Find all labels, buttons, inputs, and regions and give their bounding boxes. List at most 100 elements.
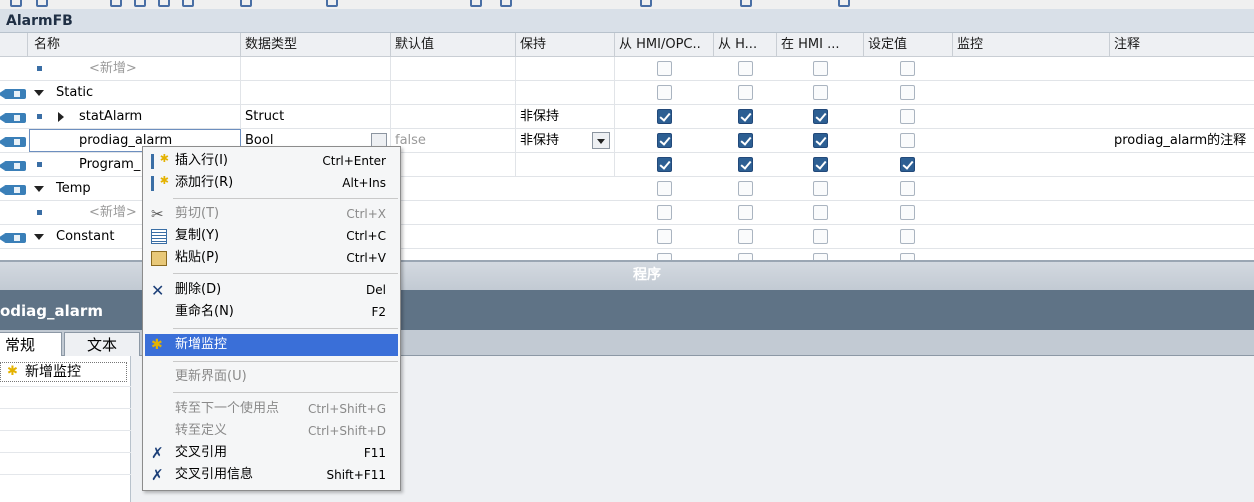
row-comment[interactable]: prodiag_alarm的注释: [1110, 129, 1254, 153]
row-default[interactable]: [391, 105, 516, 129]
menu-item-insert-row[interactable]: 插入行(I) Ctrl+Enter: [145, 148, 398, 172]
row-datatype[interactable]: [241, 57, 391, 81]
menu-item-cross-reference-info[interactable]: ✗ 交叉引用信息 Shift+F11: [145, 464, 398, 486]
table-row[interactable]: statAlarm Struct 非保持: [0, 105, 1254, 129]
setpoint-checkbox[interactable]: [900, 229, 915, 244]
hmi-opc-checkbox[interactable]: [657, 157, 672, 172]
row-default[interactable]: [391, 57, 516, 81]
row-default[interactable]: false: [391, 129, 516, 153]
menu-item-goto-next-use[interactable]: 转至下一个使用点 Ctrl+Shift+G: [145, 398, 398, 420]
hmi-write-checkbox[interactable]: [738, 61, 753, 76]
column-header-comment[interactable]: 注释: [1110, 33, 1254, 57]
row-datatype[interactable]: [241, 81, 391, 105]
hmi-write-checkbox[interactable]: [738, 181, 753, 196]
toolbar-button-icon[interactable]: [640, 0, 652, 7]
row-retain[interactable]: [516, 81, 615, 105]
column-header-hmi-opc[interactable]: 从 HMI/OPC..: [615, 33, 714, 57]
hmi-write-checkbox[interactable]: [738, 133, 753, 148]
column-header-retain[interactable]: 保持: [516, 33, 615, 57]
column-header-setpoint[interactable]: 设定值: [864, 33, 953, 57]
hmi-visible-checkbox[interactable]: [813, 205, 828, 220]
toolbar-button-icon[interactable]: [240, 0, 252, 7]
hmi-opc-checkbox[interactable]: [657, 61, 672, 76]
table-row[interactable]: Static: [0, 81, 1254, 105]
toolbar-button-icon[interactable]: [740, 0, 752, 7]
toolbar-button-icon[interactable]: [500, 0, 512, 7]
setpoint-checkbox[interactable]: [900, 181, 915, 196]
row-name[interactable]: <新增>: [29, 57, 241, 81]
menu-item-shortcut: Ctrl+V: [346, 251, 386, 265]
setpoint-checkbox[interactable]: [900, 253, 915, 260]
column-header-hmi-write[interactable]: 从 H...: [714, 33, 777, 57]
menu-item-label: 新增监控: [175, 337, 228, 352]
row-name[interactable]: Static: [29, 81, 241, 105]
menu-item-label: 粘贴(P): [175, 250, 219, 265]
toolbar-button-icon[interactable]: [36, 0, 48, 7]
tab-text[interactable]: 文本: [64, 332, 140, 356]
column-header-name[interactable]: 名称: [28, 33, 241, 57]
menu-item-rename[interactable]: 重命名(N) F2: [145, 301, 398, 323]
hmi-opc-checkbox[interactable]: [657, 181, 672, 196]
menu-item-goto-definition[interactable]: 转至定义 Ctrl+Shift+D: [145, 420, 398, 442]
hmi-visible-checkbox[interactable]: [813, 181, 828, 196]
setpoint-checkbox[interactable]: [900, 61, 915, 76]
menu-item-update-interface[interactable]: 更新界面(U): [145, 366, 398, 388]
toolbar-button-icon[interactable]: [838, 0, 850, 7]
column-header-supervision[interactable]: 监控: [953, 33, 1110, 57]
menu-item-cross-reference[interactable]: ✗ 交叉引用 F11: [145, 442, 398, 464]
hmi-visible-checkbox[interactable]: [813, 109, 828, 124]
row-retain[interactable]: [516, 57, 615, 81]
hmi-write-checkbox[interactable]: [738, 205, 753, 220]
row-name[interactable]: statAlarm: [29, 105, 241, 129]
row-datatype[interactable]: Struct: [241, 105, 391, 129]
row-retain[interactable]: 非保持: [516, 105, 615, 129]
toolbar-button-icon[interactable]: [110, 0, 122, 7]
row-default[interactable]: [391, 81, 516, 105]
column-header-hmi-visible[interactable]: 在 HMI ...: [777, 33, 864, 57]
hmi-visible-checkbox[interactable]: [813, 229, 828, 244]
retain-dropdown-icon[interactable]: [592, 132, 610, 149]
setpoint-checkbox[interactable]: [900, 85, 915, 100]
toolbar-button-icon[interactable]: [10, 0, 22, 7]
toolbar-button-icon[interactable]: [182, 0, 194, 7]
setpoint-checkbox[interactable]: [900, 109, 915, 124]
setpoint-checkbox[interactable]: [900, 205, 915, 220]
setpoint-checkbox[interactable]: [900, 133, 915, 148]
hmi-write-checkbox[interactable]: [738, 157, 753, 172]
column-header-default[interactable]: 默认值: [391, 33, 516, 57]
hmi-write-checkbox[interactable]: [738, 253, 753, 260]
row-comment[interactable]: [1110, 57, 1254, 81]
table-row[interactable]: <新增>: [0, 57, 1254, 81]
hmi-opc-checkbox[interactable]: [657, 85, 672, 100]
setpoint-checkbox[interactable]: [900, 157, 915, 172]
toolbar-button-icon[interactable]: [470, 0, 482, 7]
hmi-visible-checkbox[interactable]: [813, 253, 828, 260]
tab-general[interactable]: 常规: [0, 332, 62, 357]
toolbar-button-icon[interactable]: [326, 0, 338, 7]
hmi-write-checkbox[interactable]: [738, 85, 753, 100]
menu-item-delete[interactable]: ✕ 删除(D) Del: [145, 279, 398, 301]
hmi-visible-checkbox[interactable]: [813, 133, 828, 148]
column-header-datatype[interactable]: 数据类型: [241, 33, 391, 57]
row-retain[interactable]: [516, 153, 615, 177]
menu-item-copy[interactable]: 复制(Y) Ctrl+C: [145, 225, 398, 247]
menu-item-label: 交叉引用: [175, 445, 228, 460]
hmi-opc-checkbox[interactable]: [657, 205, 672, 220]
hmi-visible-checkbox[interactable]: [813, 61, 828, 76]
hmi-opc-checkbox[interactable]: [657, 133, 672, 148]
menu-item-new-supervision[interactable]: ✱ 新增监控: [145, 334, 398, 356]
menu-item-paste[interactable]: 粘贴(P) Ctrl+V: [145, 247, 398, 269]
menu-item-add-row[interactable]: 添加行(R) Alt+Ins: [145, 170, 398, 194]
hmi-visible-checkbox[interactable]: [813, 157, 828, 172]
hmi-opc-checkbox[interactable]: [657, 253, 672, 260]
hmi-opc-checkbox[interactable]: [657, 229, 672, 244]
toolbar-button-icon[interactable]: [134, 0, 146, 7]
hmi-write-checkbox[interactable]: [738, 229, 753, 244]
side-item-new-supervision[interactable]: ✱ 新增监控: [0, 362, 127, 382]
toolbar-button-icon[interactable]: [158, 0, 170, 7]
hmi-write-checkbox[interactable]: [738, 109, 753, 124]
hmi-opc-checkbox[interactable]: [657, 109, 672, 124]
row-default[interactable]: [391, 153, 516, 177]
menu-item-cut[interactable]: ✂ 剪切(T) Ctrl+X: [145, 203, 398, 225]
hmi-visible-checkbox[interactable]: [813, 85, 828, 100]
